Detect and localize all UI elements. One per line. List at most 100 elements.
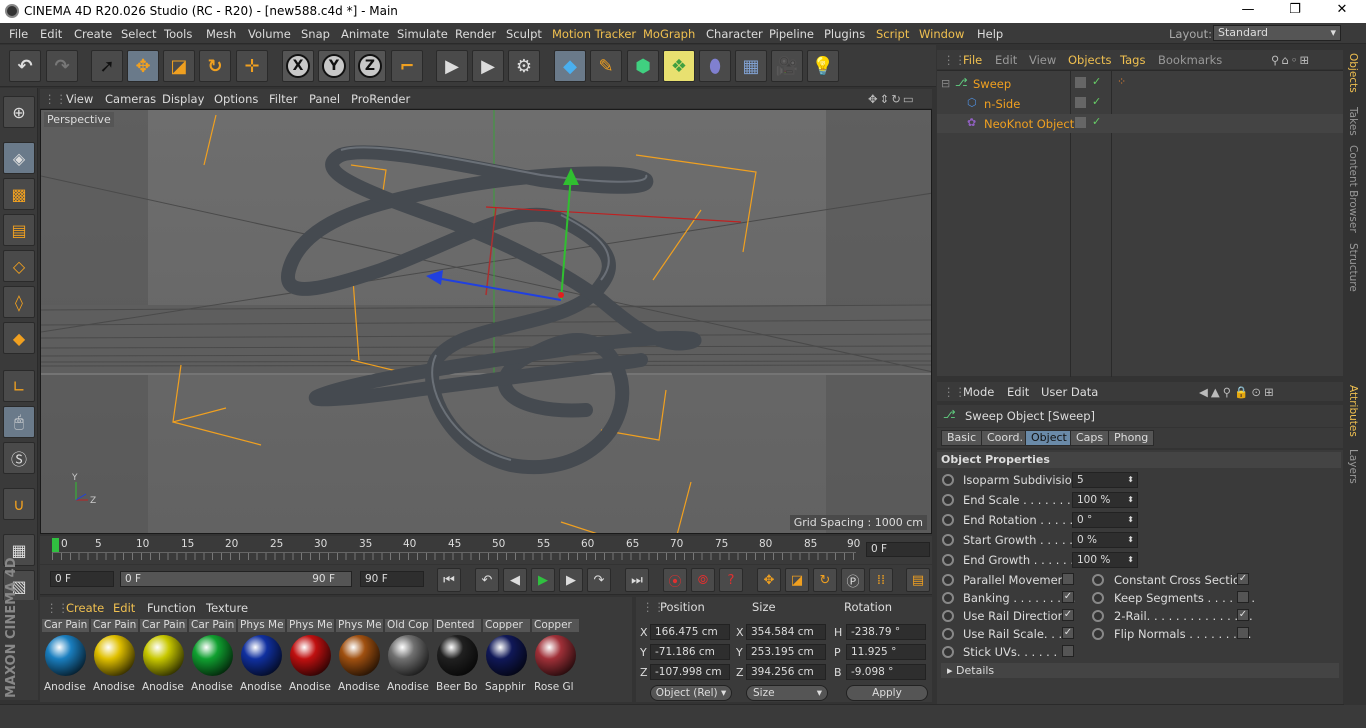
end-rotation-field[interactable]: 0 ° ⬍ bbox=[1072, 512, 1138, 528]
vp-menu-panel[interactable]: Panel bbox=[309, 92, 340, 106]
layer-icon[interactable] bbox=[1075, 77, 1086, 88]
menu-edit[interactable]: Edit bbox=[40, 27, 62, 41]
x-axis-lock-icon[interactable]: X bbox=[282, 50, 314, 82]
previous-key-icon[interactable]: ↶ bbox=[475, 568, 499, 592]
menu-script[interactable]: Script bbox=[876, 27, 909, 41]
current-frame-field[interactable]: 0 F bbox=[866, 542, 930, 557]
cloner-icon[interactable]: ❖ bbox=[663, 50, 695, 82]
layer-icon[interactable] bbox=[1075, 97, 1086, 108]
viewport-3d[interactable]: Y Z Perspective Grid Spacing : 1000 cm bbox=[40, 109, 932, 534]
material-swatch[interactable]: Copper Sapphir bbox=[483, 619, 530, 699]
menu-file[interactable]: File bbox=[9, 27, 28, 41]
position-z-field[interactable]: -107.998 cm bbox=[650, 664, 730, 680]
make-editable-icon[interactable]: ⊕ bbox=[3, 96, 35, 128]
object-row-nside[interactable]: ⬡ n-Side ✓ bbox=[937, 94, 1343, 113]
menu-sculpt[interactable]: Sculpt bbox=[506, 27, 542, 41]
animate-radio-icon[interactable] bbox=[942, 474, 954, 486]
animate-radio-icon[interactable] bbox=[942, 646, 954, 658]
collapse-icon[interactable]: ⊟ bbox=[941, 77, 950, 90]
snap-icon[interactable]: Ⓢ bbox=[3, 442, 35, 474]
checkbox[interactable] bbox=[1062, 645, 1074, 657]
key-pla-icon[interactable]: ⁞⁞ bbox=[869, 568, 893, 592]
side-tab-takes[interactable]: Takes bbox=[1347, 107, 1359, 136]
position-x-field[interactable]: 166.475 cm bbox=[650, 624, 730, 640]
checkbox[interactable]: ✓ bbox=[1237, 573, 1249, 585]
obj-menu-bookmarks[interactable]: Bookmarks bbox=[1158, 53, 1222, 67]
rotation-p-field[interactable]: 11.925 ° bbox=[846, 644, 926, 660]
rotation-b-field[interactable]: -9.098 ° bbox=[846, 664, 926, 680]
checkbox[interactable]: ✓ bbox=[1237, 609, 1249, 621]
animate-radio-icon[interactable] bbox=[942, 628, 954, 640]
vp-menu-display[interactable]: Display bbox=[162, 92, 204, 106]
magnet-icon[interactable]: ∪ bbox=[3, 488, 35, 520]
mat-menu-create[interactable]: Create bbox=[66, 601, 104, 615]
obj-menu-edit[interactable]: Edit bbox=[995, 53, 1017, 67]
material-swatch[interactable]: Car Pain Anodise bbox=[189, 619, 236, 699]
autokey-icon[interactable]: ⦾ bbox=[691, 568, 715, 592]
subdivision-surface-icon[interactable]: ⬢ bbox=[627, 50, 659, 82]
stepper-icon[interactable]: ⬍ bbox=[1127, 473, 1134, 487]
recent-tool-icon[interactable]: ✛ bbox=[236, 50, 268, 82]
tab-object[interactable]: Object bbox=[1025, 430, 1073, 446]
menu-animate[interactable]: Animate bbox=[341, 27, 389, 41]
animate-radio-icon[interactable] bbox=[942, 592, 954, 604]
object-row-neoknot[interactable]: ✿ NeoKnot Object ✓ bbox=[937, 114, 1343, 133]
previous-frame-icon[interactable]: ◀ bbox=[503, 568, 527, 592]
material-swatch[interactable]: Phys Me Anodise bbox=[287, 619, 334, 699]
tab-coord[interactable]: Coord. bbox=[981, 430, 1029, 446]
menu-tools[interactable]: Tools bbox=[164, 27, 192, 41]
end-scale-field[interactable]: 100 % ⬍ bbox=[1072, 492, 1138, 508]
stepper-icon[interactable]: ⬍ bbox=[1127, 513, 1134, 527]
go-to-start-icon[interactable]: ⏮ bbox=[437, 568, 461, 592]
side-tab-structure[interactable]: Structure bbox=[1347, 243, 1359, 292]
animate-radio-icon[interactable] bbox=[1092, 592, 1104, 604]
menu-motion-tracker[interactable]: Motion Tracker bbox=[552, 27, 636, 41]
menu-help[interactable]: Help bbox=[977, 27, 1003, 41]
menu-mograph[interactable]: MoGraph bbox=[643, 27, 695, 41]
size-x-field[interactable]: 354.584 cm bbox=[746, 624, 826, 640]
object-manager-tool-icons[interactable]: ⚲⌂◦⊞ bbox=[1271, 53, 1311, 67]
render-view-icon[interactable]: ▶ bbox=[436, 50, 468, 82]
menu-mesh[interactable]: Mesh bbox=[206, 27, 236, 41]
animate-radio-icon[interactable] bbox=[942, 514, 954, 526]
key-parameter-icon[interactable]: Ⓟ bbox=[841, 568, 865, 592]
vp-menu-cameras[interactable]: Cameras bbox=[105, 92, 156, 106]
attr-menu-user-data[interactable]: User Data bbox=[1041, 385, 1098, 399]
rotation-h-field[interactable]: -238.79 ° bbox=[846, 624, 926, 640]
menu-window[interactable]: Window bbox=[919, 27, 964, 41]
tweak-mode-icon[interactable]: 🖱 bbox=[3, 406, 35, 438]
animate-radio-icon[interactable] bbox=[942, 610, 954, 622]
timeline-ruler[interactable]: 0 5 10 15 20 25 30 35 40 45 50 55 60 65 … bbox=[40, 536, 932, 564]
animate-radio-icon[interactable] bbox=[942, 574, 954, 586]
attr-menu-edit[interactable]: Edit bbox=[1007, 385, 1029, 399]
tab-caps[interactable]: Caps bbox=[1070, 430, 1110, 446]
size-y-field[interactable]: 253.195 cm bbox=[746, 644, 826, 660]
visibility-check-icon[interactable]: ✓ bbox=[1092, 115, 1101, 128]
vp-menu-prorender[interactable]: ProRender bbox=[351, 92, 410, 106]
material-swatch[interactable]: Car Pain Anodise bbox=[91, 619, 138, 699]
stepper-icon[interactable]: ⬍ bbox=[1127, 553, 1134, 567]
checkbox[interactable]: ✓ bbox=[1062, 627, 1074, 639]
playhead[interactable] bbox=[52, 538, 59, 552]
isoparm-subdivision-field[interactable]: 5 ⬍ bbox=[1072, 472, 1138, 488]
vp-menu-options[interactable]: Options bbox=[214, 92, 258, 106]
rotate-tool-icon[interactable]: ↻ bbox=[199, 50, 231, 82]
menu-render[interactable]: Render bbox=[455, 27, 496, 41]
material-swatch[interactable]: Old Cop Anodise bbox=[385, 619, 432, 699]
key-scale-icon[interactable]: ◪ bbox=[785, 568, 809, 592]
go-to-end-icon[interactable]: ⏭ bbox=[625, 568, 649, 592]
close-button[interactable]: ✕ bbox=[1332, 2, 1352, 20]
material-swatch[interactable]: Phys Me Anodise bbox=[238, 619, 285, 699]
animate-radio-icon[interactable] bbox=[942, 534, 954, 546]
menu-create[interactable]: Create bbox=[74, 27, 112, 41]
floor-icon[interactable]: ▦ bbox=[735, 50, 767, 82]
minimize-button[interactable]: — bbox=[1238, 2, 1258, 20]
start-growth-field[interactable]: 0 % ⬍ bbox=[1072, 532, 1138, 548]
mat-menu-function[interactable]: Function bbox=[147, 601, 196, 615]
animate-radio-icon[interactable] bbox=[942, 494, 954, 506]
tab-basic[interactable]: Basic bbox=[941, 430, 983, 446]
menu-select[interactable]: Select bbox=[121, 27, 156, 41]
timeline-window-icon[interactable]: ▤ bbox=[906, 568, 930, 592]
menu-simulate[interactable]: Simulate bbox=[397, 27, 448, 41]
side-tab-attributes[interactable]: Attributes bbox=[1347, 385, 1359, 437]
